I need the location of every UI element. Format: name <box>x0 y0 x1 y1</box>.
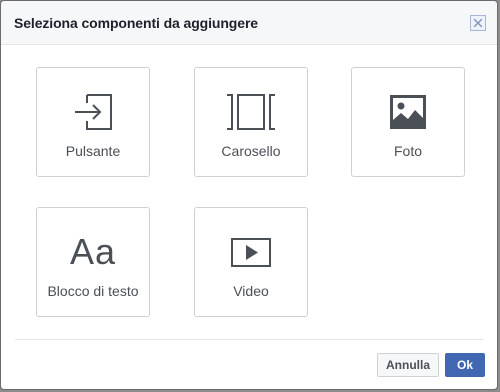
photo-icon <box>390 95 426 129</box>
close-icon <box>473 18 483 28</box>
component-label: Blocco di testo <box>47 283 139 299</box>
dialog-header: Seleziona componenti da aggiungere <box>1 1 497 45</box>
dialog-title: Seleziona componenti da aggiungere <box>14 15 258 31</box>
video-play-icon <box>231 238 271 267</box>
carousel-icon <box>227 94 275 130</box>
add-components-dialog: Seleziona componenti da aggiungere Pulsa… <box>0 0 498 390</box>
component-tile-button[interactable]: Pulsante <box>36 67 150 177</box>
component-tile-text-block[interactable]: Aa Blocco di testo <box>36 207 150 317</box>
button-arrow-icon <box>75 94 112 130</box>
component-label: Pulsante <box>65 143 121 159</box>
component-label: Carosello <box>221 143 281 159</box>
cancel-button[interactable]: Annulla <box>377 353 439 377</box>
component-label: Foto <box>393 143 422 159</box>
close-button[interactable] <box>470 15 486 31</box>
ok-button[interactable]: Ok <box>445 353 485 377</box>
component-tile-video[interactable]: Video <box>194 207 308 317</box>
text-block-icon: Aa <box>69 231 117 272</box>
footer-divider <box>15 339 483 340</box>
component-label: Video <box>233 283 269 299</box>
component-tile-carousel[interactable]: Carosello <box>194 67 308 177</box>
component-tile-photo[interactable]: Foto <box>351 67 465 177</box>
